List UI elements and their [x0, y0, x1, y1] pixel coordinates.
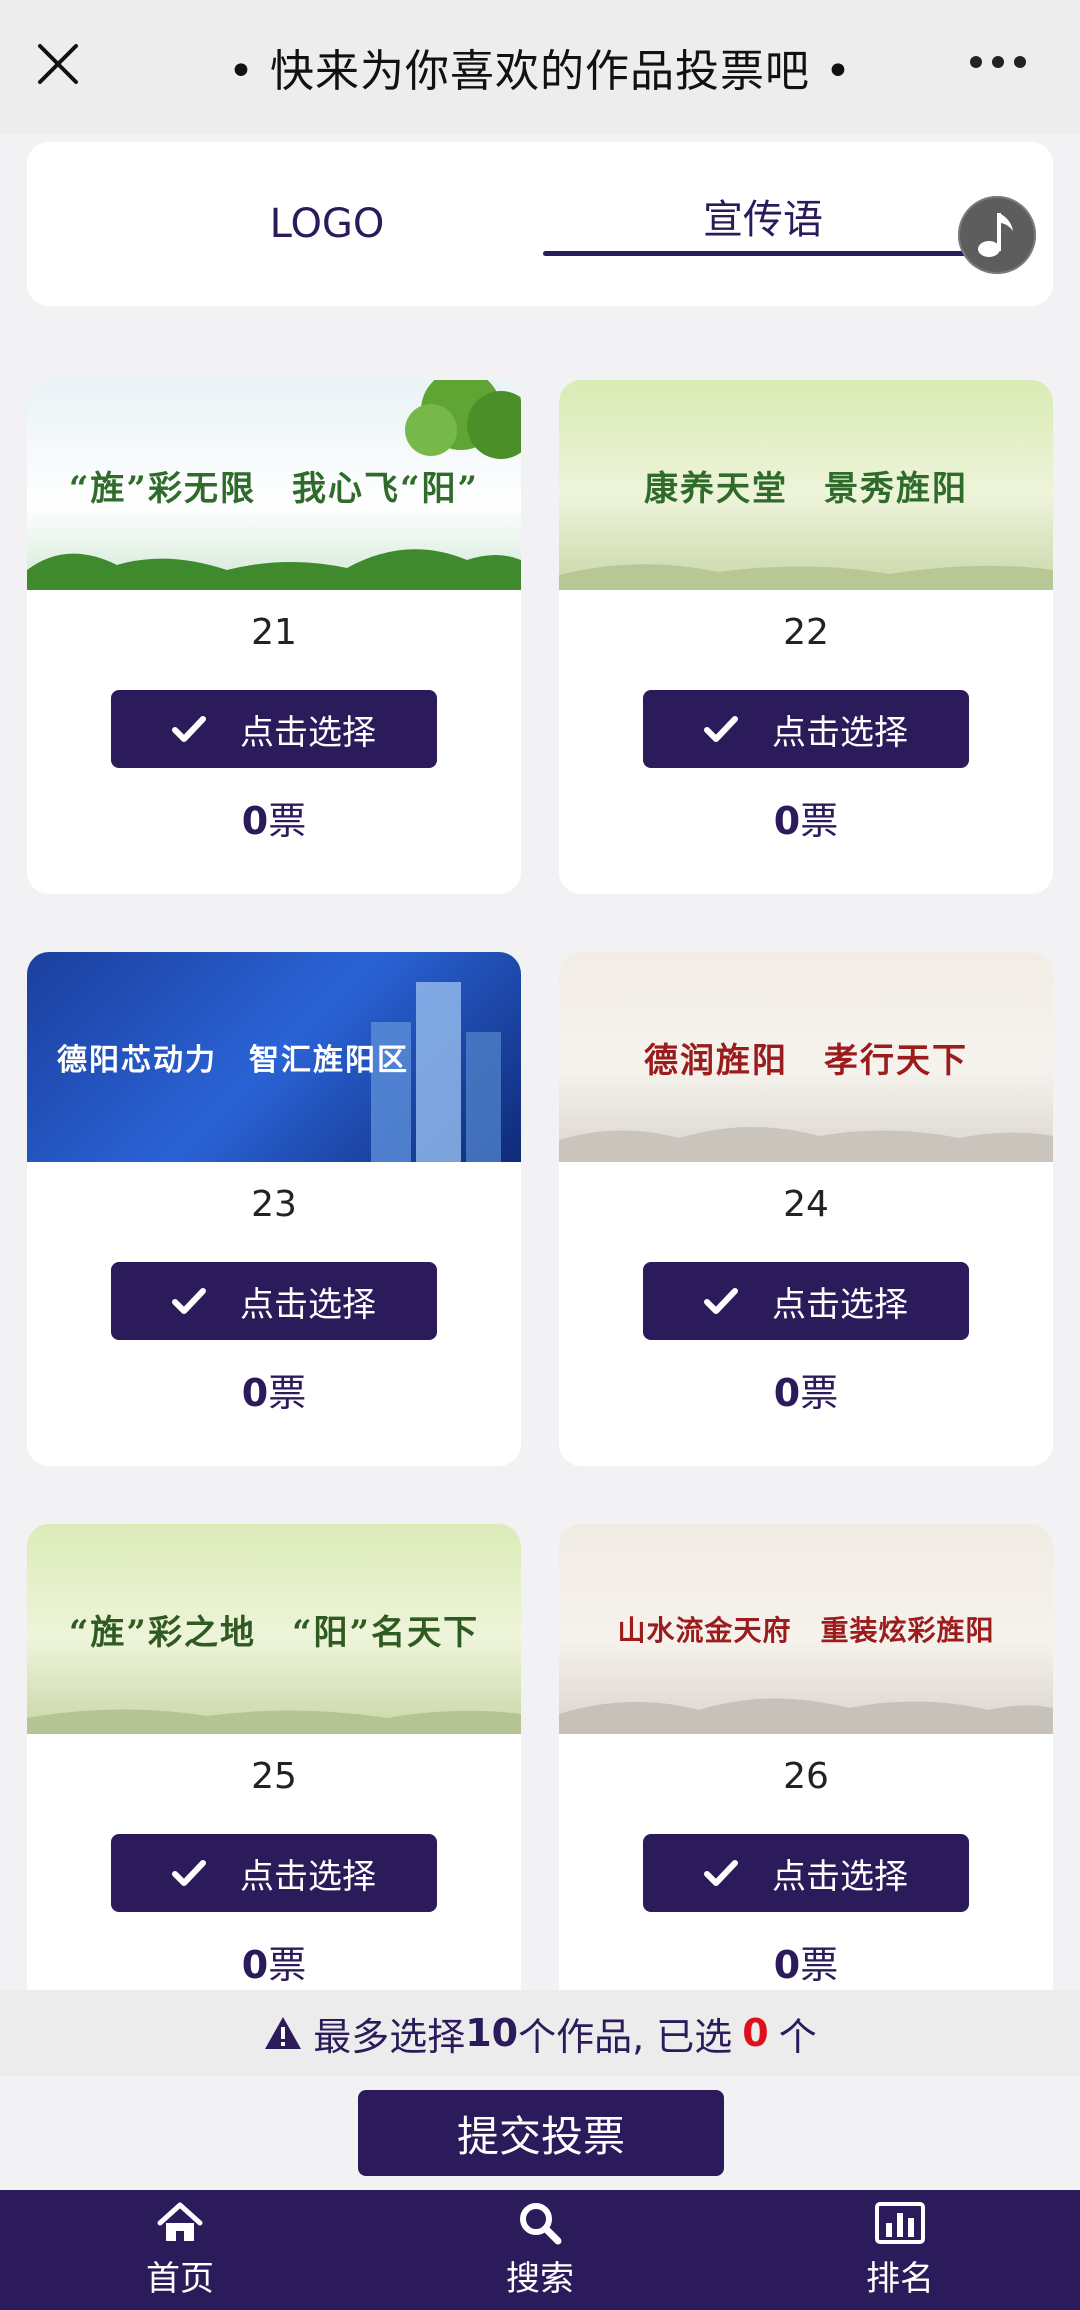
nav-item-ranking[interactable]: 排名	[720, 2190, 1080, 2310]
nav-label-search: 搜索	[506, 2258, 574, 2299]
entry-image[interactable]: 德润旌阳 孝行天下	[559, 952, 1053, 1162]
vote-unit: 票	[268, 1371, 307, 1415]
top-bar: • 快来为你喜欢的作品投票吧 •	[0, 0, 1080, 134]
entry-card: “旌”彩之地 “阳”名天下 25 点击选择 0票	[27, 1524, 521, 2038]
checkmark-icon	[704, 716, 738, 742]
entry-image[interactable]: 山水流金天府 重装炫彩旌阳	[559, 1524, 1053, 1734]
entry-image-text: 德润旌阳 孝行天下	[644, 1040, 968, 1081]
select-button-label: 点击选择	[772, 1856, 908, 1897]
nav-label-home: 首页	[146, 2258, 214, 2299]
select-button-label: 点击选择	[240, 712, 376, 753]
select-button[interactable]: 点击选择	[643, 1834, 969, 1912]
selection-limit-notice: 最多选择 10 个作品, 已选 0 个	[0, 1990, 1080, 2076]
limit-prefix: 最多选择	[313, 2014, 466, 2059]
vote-number: 0	[773, 1371, 801, 1415]
select-button[interactable]: 点击选择	[111, 690, 437, 768]
entry-image-text: “旌”彩之地 “阳”名天下	[68, 1612, 480, 1653]
entry-image[interactable]: “旌”彩之地 “阳”名天下	[27, 1524, 521, 1734]
checkmark-icon	[704, 1288, 738, 1314]
checkmark-icon	[172, 1860, 206, 1886]
submit-area: 提交投票	[0, 2076, 1080, 2190]
select-button-label: 点击选择	[240, 1856, 376, 1897]
select-button[interactable]: 点击选择	[111, 1834, 437, 1912]
limit-middle: 个作品, 已选	[518, 2014, 733, 2059]
vote-number: 0	[773, 799, 801, 843]
tab-slogan[interactable]: 宣传语	[543, 134, 983, 298]
more-dots-icon[interactable]	[968, 52, 1028, 72]
search-icon	[520, 2202, 562, 2244]
vote-unit: 票	[800, 1371, 839, 1415]
vote-number: 0	[241, 1943, 269, 1987]
landscape-decoration	[559, 1126, 1053, 1162]
entry-image[interactable]: “旌”彩无限 我心飞“阳”	[27, 380, 521, 590]
checkmark-icon	[172, 1288, 206, 1314]
select-button[interactable]: 点击选择	[643, 1262, 969, 1340]
entry-image-text: 山水流金天府 重装炫彩旌阳	[617, 1614, 995, 1647]
limit-suffix: 个	[778, 2014, 817, 2059]
category-tabs: LOGO 宣传语	[27, 142, 1053, 306]
checkmark-icon	[704, 1860, 738, 1886]
submit-vote-button[interactable]: 提交投票	[358, 2090, 724, 2176]
home-icon	[157, 2202, 203, 2241]
page-title: • 快来为你喜欢的作品投票吧 •	[228, 46, 852, 97]
active-tab-indicator	[543, 251, 1013, 256]
entry-image-text: “旌”彩无限 我心飞“阳”	[68, 468, 480, 509]
vote-count: 0票	[27, 790, 521, 845]
landscape-decoration	[27, 1709, 521, 1734]
vote-count: 0票	[559, 790, 1053, 845]
entry-number: 25	[251, 1756, 297, 1797]
limit-max: 10	[465, 2011, 519, 2055]
bar-chart-icon	[875, 2201, 925, 2244]
tab-logo[interactable]: LOGO	[107, 142, 547, 306]
entry-image[interactable]: 康养天堂 景秀旌阳	[559, 380, 1053, 590]
vote-count: 0票	[559, 1934, 1053, 1989]
entry-image-text: 康养天堂 景秀旌阳	[644, 468, 968, 509]
vote-number: 0	[773, 1943, 801, 1987]
landscape-decoration	[559, 1698, 1053, 1734]
entry-card: “旌”彩无限 我心飞“阳” 21 点击选择 0票	[27, 380, 521, 894]
nav-item-home[interactable]: 首页	[0, 2190, 360, 2310]
entry-number: 21	[251, 612, 297, 653]
vote-count: 0票	[559, 1362, 1053, 1417]
entry-card: 康养天堂 景秀旌阳 22 点击选择 0票	[559, 380, 1053, 894]
music-toggle-button[interactable]	[958, 196, 1036, 274]
select-button-label: 点击选择	[240, 1284, 376, 1325]
landscape-decoration	[27, 549, 521, 590]
entry-number: 26	[783, 1756, 829, 1797]
vote-count: 0票	[27, 1934, 521, 1989]
entry-card: 山水流金天府 重装炫彩旌阳 26 点击选择 0票	[559, 1524, 1053, 2038]
vote-unit: 票	[800, 1943, 839, 1987]
entry-number: 24	[783, 1184, 829, 1225]
select-button[interactable]: 点击选择	[643, 690, 969, 768]
entry-image[interactable]: 德阳芯动力 智汇旌阳区	[27, 952, 521, 1162]
vote-unit: 票	[268, 1943, 307, 1987]
music-note-icon	[978, 213, 1013, 257]
vote-count: 0票	[27, 1362, 521, 1417]
nav-label-ranking: 排名	[866, 2258, 934, 2299]
close-icon[interactable]	[34, 40, 82, 88]
entry-image-text: 德阳芯动力 智汇旌阳区	[57, 1043, 409, 1078]
checkmark-icon	[172, 716, 206, 742]
nav-item-search[interactable]: 搜索	[360, 2190, 720, 2310]
vote-unit: 票	[800, 799, 839, 843]
entry-card: 德润旌阳 孝行天下 24 点击选择 0票	[559, 952, 1053, 1466]
entry-card: 德阳芯动力 智汇旌阳区 23 点击选择 0票	[27, 952, 521, 1466]
bottom-nav: 首页 搜索 排名	[0, 2190, 1080, 2310]
entry-number: 23	[251, 1184, 297, 1225]
select-button[interactable]: 点击选择	[111, 1262, 437, 1340]
warning-icon	[265, 2017, 302, 2049]
vote-unit: 票	[268, 799, 307, 843]
vote-number: 0	[241, 799, 269, 843]
entry-number: 22	[783, 612, 829, 653]
selected-count: 0	[742, 2011, 769, 2055]
select-button-label: 点击选择	[772, 712, 908, 753]
select-button-label: 点击选择	[772, 1284, 908, 1325]
vote-number: 0	[241, 1371, 269, 1415]
landscape-decoration	[559, 564, 1053, 590]
